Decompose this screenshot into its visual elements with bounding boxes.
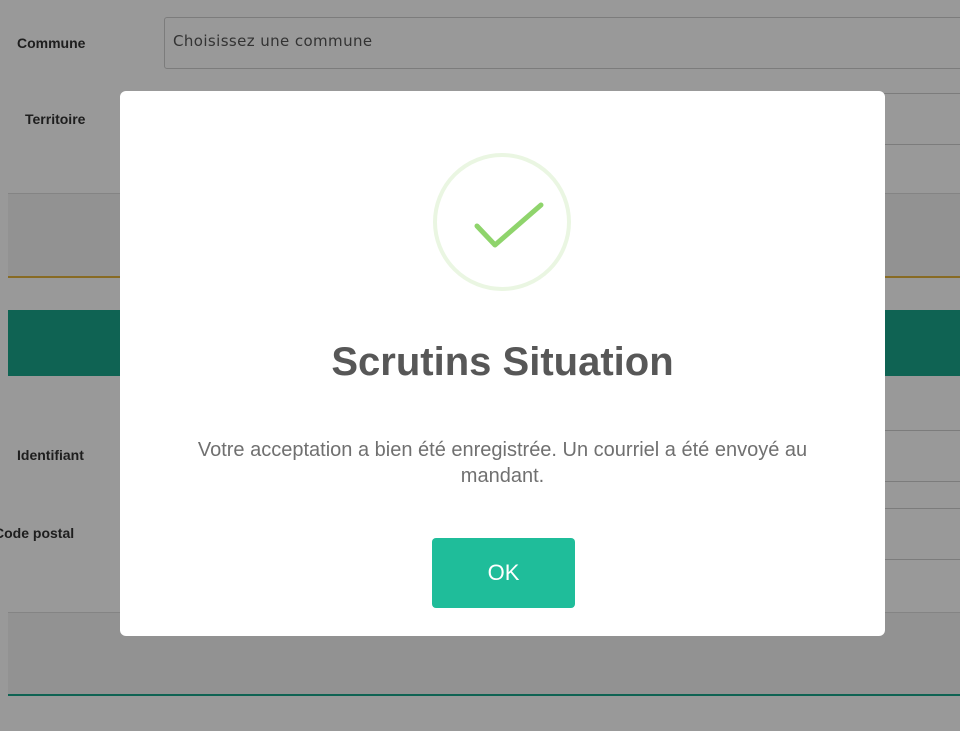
check-circle-icon bbox=[432, 152, 572, 292]
success-dialog: Scrutins Situation Votre acceptation a b… bbox=[120, 91, 885, 636]
dialog-message: Votre acceptation a bien été enregistrée… bbox=[197, 439, 808, 487]
dialog-title: Scrutins Situation bbox=[331, 340, 674, 384]
ok-button[interactable]: OK bbox=[432, 538, 575, 608]
